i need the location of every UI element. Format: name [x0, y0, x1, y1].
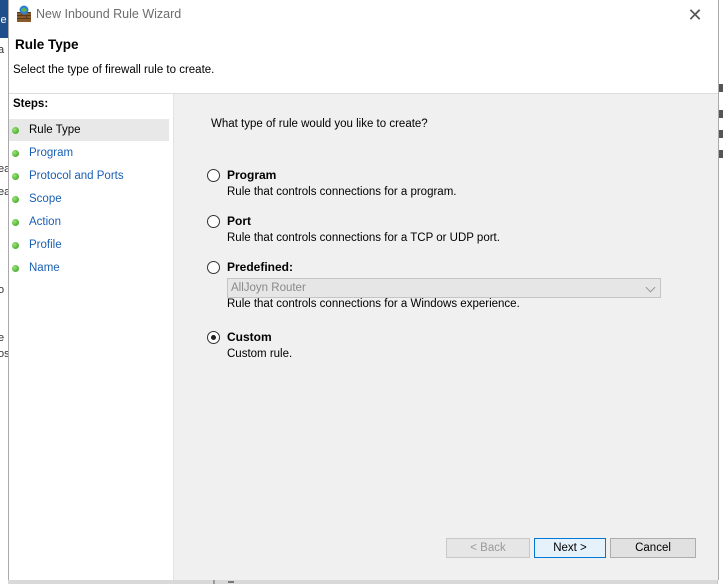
step-label: Scope: [29, 193, 62, 205]
step-profile[interactable]: Profile: [9, 234, 169, 256]
step-label: Rule Type: [29, 124, 81, 136]
background-mark: [719, 110, 723, 118]
content-pane: What type of rule would you like to crea…: [174, 94, 718, 580]
step-label: Protocol and Ports: [29, 170, 124, 182]
option-label[interactable]: Predefined:: [227, 260, 293, 274]
step-status-icon: [12, 172, 19, 180]
firewall-icon: [17, 5, 31, 22]
cancel-button[interactable]: Cancel: [610, 538, 696, 558]
step-label: Name: [29, 262, 60, 274]
rule-type-question: What type of rule would you like to crea…: [211, 118, 428, 130]
steps-pane: Steps: Rule Type Program Protocol and Po…: [9, 94, 174, 580]
wizard-header: Rule Type Select the type of firewall ru…: [9, 30, 718, 94]
background-text: o: [0, 284, 4, 296]
screen: le a ea ea o e os New Inbo: [0, 0, 723, 584]
step-program[interactable]: Program: [9, 142, 169, 164]
step-protocol-and-ports[interactable]: Protocol and Ports: [9, 165, 169, 187]
step-label: Profile: [29, 239, 62, 251]
option-description: Rule that controls connections for a TCP…: [227, 232, 500, 244]
background-window-bottom: [8, 580, 717, 584]
chevron-down-icon: [645, 282, 656, 293]
background-text: le: [0, 14, 7, 26]
option-label[interactable]: Port: [227, 214, 251, 228]
step-status-icon: [12, 149, 19, 157]
predefined-radio[interactable]: [207, 261, 220, 274]
option-description: Rule that controls connections for a pro…: [227, 186, 457, 198]
predefined-rule-select: AllJoyn Router: [227, 278, 661, 298]
program-radio[interactable]: [207, 169, 220, 182]
step-status-icon: [12, 126, 19, 134]
steps-heading: Steps:: [13, 98, 49, 110]
background-text: a: [0, 44, 4, 56]
step-status-icon: [12, 241, 19, 249]
background-mark: [719, 84, 723, 92]
page-title: Rule Type: [15, 37, 79, 52]
option-label[interactable]: Program: [227, 168, 276, 182]
window-title: New Inbound Rule Wizard: [36, 7, 182, 21]
port-radio[interactable]: [207, 215, 220, 228]
background-mark: [719, 150, 723, 158]
option-label[interactable]: Custom: [227, 330, 272, 344]
close-icon: ✕: [687, 4, 703, 25]
select-value: AllJoyn Router: [231, 282, 306, 294]
step-status-icon: [12, 218, 19, 226]
option-description: Custom rule.: [227, 348, 293, 360]
custom-radio[interactable]: [207, 331, 220, 344]
step-rule-type[interactable]: Rule Type: [9, 119, 169, 141]
step-scope[interactable]: Scope: [9, 188, 169, 210]
step-label: Action: [29, 216, 61, 228]
background-text: e: [0, 332, 4, 344]
background-mark: [228, 581, 234, 583]
wizard-dialog: New Inbound Rule Wizard ✕ Rule Type Sele…: [8, 0, 719, 580]
background-mark: [719, 130, 723, 138]
page-subtitle: Select the type of firewall rule to crea…: [13, 64, 215, 76]
close-button[interactable]: ✕: [672, 0, 718, 30]
background-mark: [213, 580, 215, 584]
title-bar[interactable]: New Inbound Rule Wizard ✕: [9, 0, 718, 30]
step-label: Program: [29, 147, 74, 159]
step-action[interactable]: Action: [9, 211, 169, 233]
step-status-icon: [12, 195, 19, 203]
option-description: Rule that controls connections for a Win…: [227, 298, 520, 310]
step-name[interactable]: Name: [9, 257, 169, 279]
next-button[interactable]: Next >: [534, 538, 606, 558]
back-button[interactable]: < Back: [446, 538, 530, 558]
step-status-icon: [12, 264, 19, 272]
